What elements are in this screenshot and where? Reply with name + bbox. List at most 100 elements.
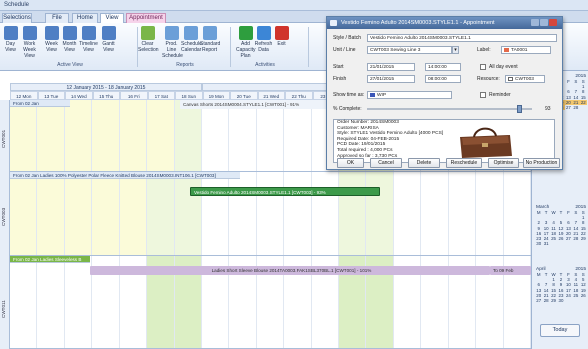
day-cell[interactable] xyxy=(229,100,257,171)
day-cell[interactable] xyxy=(284,172,312,255)
day-cell[interactable] xyxy=(476,172,504,255)
ribbon-button[interactable]: Month View xyxy=(60,26,79,58)
calendar-day[interactable]: 25 xyxy=(550,236,557,241)
calendar-day[interactable]: 29 xyxy=(550,298,557,303)
notes-box[interactable]: Order Number: 2014SM0003 Customer: MARISA… xyxy=(333,119,555,163)
ribbon-button[interactable]: Standard Report xyxy=(200,26,220,58)
day-cell[interactable] xyxy=(10,256,38,348)
reschedule-button[interactable]: Reschedule xyxy=(446,158,482,168)
complete-slider-thumb[interactable] xyxy=(517,105,523,113)
ribbon-button[interactable]: Timeline View xyxy=(79,26,98,58)
ok-button[interactable]: OK xyxy=(337,158,364,168)
day-cell[interactable] xyxy=(147,172,175,255)
day-cell[interactable] xyxy=(37,172,65,255)
ribbon-button[interactable]: Prod. Line Schedule xyxy=(162,26,183,59)
day-cell[interactable] xyxy=(65,256,93,348)
ribbon-button[interactable]: Add Capacity Plan xyxy=(236,26,255,59)
ribbon-button[interactable]: Day View xyxy=(1,26,20,58)
calendar-day[interactable]: 27 xyxy=(565,236,572,241)
calendar-day[interactable]: 28 xyxy=(572,105,579,110)
calendar-day[interactable]: 28 xyxy=(572,236,579,241)
reminder-checkbox[interactable] xyxy=(480,92,486,98)
calendar-day[interactable]: 27 xyxy=(535,298,542,303)
calendar-day[interactable]: 30 xyxy=(535,241,542,246)
ribbon-button[interactable]: Work Week View xyxy=(20,26,39,59)
tab-home[interactable]: Home xyxy=(72,13,98,23)
day-cell[interactable] xyxy=(64,100,93,171)
minimize-icon[interactable] xyxy=(531,19,539,26)
today-button[interactable]: Today xyxy=(540,324,580,337)
day-cell[interactable] xyxy=(147,100,175,171)
no-production-button[interactable]: No Production xyxy=(523,158,560,168)
ribbon-button[interactable]: Schedule Calendar xyxy=(181,26,202,58)
day-cell[interactable] xyxy=(174,100,202,171)
day-cell[interactable] xyxy=(92,172,120,255)
day-cell[interactable] xyxy=(339,172,367,255)
day-cell[interactable] xyxy=(174,172,202,255)
day-cell[interactable] xyxy=(119,100,148,171)
day-cell[interactable] xyxy=(257,100,285,171)
ribbon-button[interactable]: Week View xyxy=(42,26,61,58)
tab-file[interactable]: File xyxy=(45,13,69,23)
day-cell[interactable] xyxy=(92,100,120,171)
ribbon-button[interactable]: Exit xyxy=(272,26,291,58)
calendar-day[interactable]: 28 xyxy=(542,298,549,303)
day-cell[interactable] xyxy=(312,172,340,255)
ribbon-button[interactable]: Refresh Data xyxy=(254,26,273,58)
day-cell[interactable] xyxy=(366,172,394,255)
day-cell[interactable] xyxy=(394,172,422,255)
day-cell[interactable] xyxy=(64,172,93,255)
day-cell[interactable] xyxy=(504,172,531,255)
day-cell[interactable] xyxy=(202,172,230,255)
calendar-day[interactable]: 31 xyxy=(542,241,549,246)
day-cell[interactable] xyxy=(119,172,148,255)
calendar-day[interactable]: 26 xyxy=(580,293,587,298)
style-batch-field[interactable]: Vestido Femino Adulto 2014SM0003.STYLE1.… xyxy=(367,34,557,42)
appointment-bar-selected[interactable]: Vestido Femino Adulto 2014SM0003.STYLE1.… xyxy=(190,187,380,196)
optimise-button[interactable]: Optimise xyxy=(488,158,519,168)
day-cell[interactable] xyxy=(10,100,38,171)
day-cell[interactable] xyxy=(257,172,285,255)
cancel-button[interactable]: Cancel xyxy=(370,158,402,168)
calendar-day[interactable]: 27 xyxy=(565,105,572,110)
lane-cwt011[interactable]: From 02 Jan Ladies Sleeveless B Ladies S… xyxy=(10,256,531,349)
tab-selections[interactable]: Selections xyxy=(2,13,32,23)
calendar-day[interactable]: 24 xyxy=(565,293,572,298)
chevron-down-icon[interactable]: ▾ xyxy=(452,46,459,54)
start-time-field[interactable]: 14:00:00 xyxy=(425,63,461,71)
calendar-day[interactable]: 29 xyxy=(580,236,587,241)
close-icon[interactable] xyxy=(549,19,557,26)
day-cell[interactable] xyxy=(449,172,477,255)
tab-appointment[interactable]: Appointment xyxy=(126,13,166,23)
unit-line-select[interactable]: CWT003 Sewing Line 3 xyxy=(367,46,452,54)
delete-button[interactable]: Delete xyxy=(408,158,440,168)
day-cell[interactable] xyxy=(37,256,65,348)
show-time-select[interactable]: WIP xyxy=(367,91,452,99)
ribbon-button[interactable]: Gantt View xyxy=(99,26,118,58)
day-cell[interactable] xyxy=(229,172,257,255)
all-day-checkbox[interactable] xyxy=(480,64,486,70)
lane-cwt003[interactable]: From 02 Jan Ladies 100% Polyester Polar … xyxy=(10,172,531,256)
calendar-day[interactable]: 26 xyxy=(557,236,564,241)
day-cell[interactable] xyxy=(10,172,38,255)
day-cell[interactable] xyxy=(37,100,65,171)
calendar-day[interactable]: 30 xyxy=(557,298,564,303)
mini-calendar[interactable]: March 2015 M T W T F S S 1 2 3 4 5 6 7 8 9 10 11 12 13 14 15 16… xyxy=(535,205,587,246)
complete-slider-track[interactable] xyxy=(367,105,532,113)
day-cell[interactable] xyxy=(421,172,449,255)
mini-calendar-grid[interactable]: MTWTFSS123456789101112131415161718192021… xyxy=(535,272,587,303)
calendar-day[interactable] xyxy=(580,105,587,110)
tab-view[interactable]: View xyxy=(100,13,124,23)
day-cell[interactable] xyxy=(202,100,230,171)
day-cell[interactable] xyxy=(284,100,312,171)
start-date-field[interactable]: 21/01/2015 xyxy=(367,63,415,71)
mini-calendar[interactable]: April 2015 M T W T F S S 1 2 3 4 5 6 7 8 9 10 11 12 13 14 15 16… xyxy=(535,267,587,303)
finish-time-field[interactable]: 08:00:00 xyxy=(425,75,461,83)
calendar-day[interactable]: 25 xyxy=(572,293,579,298)
appointment-bar[interactable]: Ladies Short Sleeve Blouse 2014TA0003.FA… xyxy=(90,266,490,275)
finish-date-field[interactable]: 27/01/2015 xyxy=(367,75,415,83)
dialog-titlebar[interactable]: Vestido Femino Adulto 2014SM0003.STYLE1.… xyxy=(327,17,562,29)
mini-calendar-grid[interactable]: MTWTFSS123456789101112131415161718192021… xyxy=(535,210,587,246)
ribbon-button[interactable]: Clear Selection xyxy=(138,26,159,58)
maximize-icon[interactable] xyxy=(540,19,548,26)
